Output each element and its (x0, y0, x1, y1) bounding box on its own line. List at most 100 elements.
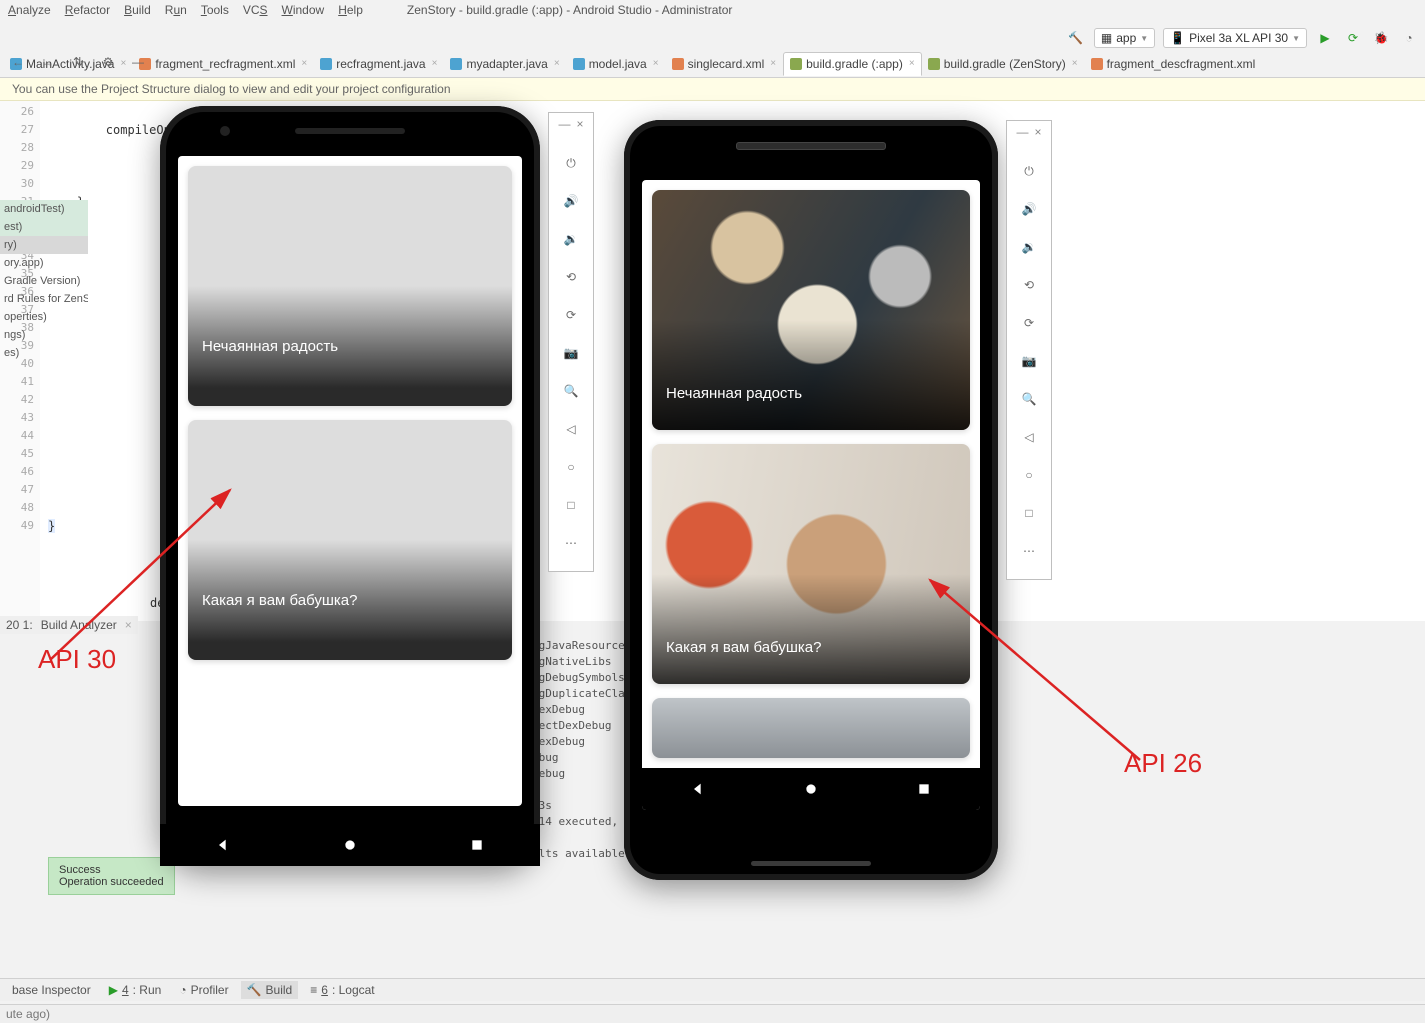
back-button-icon[interactable]: ◁ (559, 417, 583, 441)
story-card[interactable] (652, 698, 970, 758)
close-icon[interactable]: × (301, 58, 307, 69)
tree-item[interactable]: ry) (0, 236, 88, 254)
home-icon[interactable] (803, 781, 819, 797)
gradle-file-icon (790, 58, 802, 70)
menu-tools[interactable]: Tools (201, 3, 229, 17)
back-button-icon[interactable]: ◁ (1017, 425, 1041, 449)
menu-window[interactable]: Window (282, 3, 325, 17)
story-card[interactable]: Какая я вам бабушка? (652, 444, 970, 684)
close-icon[interactable]: × (432, 58, 438, 69)
close-icon[interactable]: × (909, 58, 915, 69)
fwd-nav-icon[interactable]: → (38, 52, 58, 72)
overview-button-icon[interactable]: □ (559, 493, 583, 517)
tab-database-inspector[interactable]: base Inspector (6, 981, 97, 999)
zoom-icon[interactable]: 🔍 (1017, 387, 1041, 411)
back-icon[interactable] (690, 781, 706, 797)
collapse-icon[interactable]: — (128, 52, 148, 72)
volume-down-icon[interactable]: 🔉 (559, 227, 583, 251)
emulator-toolbar-1: — × ⏻ 🔊 🔉 ⟲ ⟳ 📷 🔍 ◁ ○ □ ⋯ (548, 112, 594, 572)
more-icon[interactable]: ⋯ (559, 531, 583, 555)
tree-item[interactable]: ory.app) (0, 254, 88, 272)
emulator-api30: Нечаянная радость Какая я вам бабушка? (160, 106, 540, 866)
sync-icon[interactable]: ⇅ (68, 52, 88, 72)
camera-icon[interactable]: 📷 (1017, 349, 1041, 373)
build-time-label: 20 1: (6, 618, 33, 632)
back-nav-icon[interactable]: ← (8, 52, 28, 72)
volume-up-icon[interactable]: 🔊 (1017, 197, 1041, 221)
device-selector[interactable]: 📱 Pixel 3a XL API 30 ▼ (1163, 28, 1307, 48)
project-tree[interactable]: androidTest) est) ry) ory.app) Gradle Ve… (0, 200, 88, 362)
run-icon[interactable]: ▶ (1315, 28, 1335, 48)
project-structure-hint[interactable]: You can use the Project Structure dialog… (0, 78, 1425, 101)
tree-item[interactable]: Gradle Version) (0, 272, 88, 290)
more-icon[interactable]: ⋯ (1017, 539, 1041, 563)
tree-item[interactable]: androidTest) (0, 200, 88, 218)
tab-build[interactable]: 🔨Build (241, 981, 299, 999)
close-icon[interactable]: × (1034, 125, 1041, 139)
camera-icon[interactable]: 📷 (559, 341, 583, 365)
rotate-right-icon[interactable]: ⟳ (559, 303, 583, 327)
tree-item[interactable]: ngs) (0, 326, 88, 344)
menu-analyze[interactable]: Analyze (8, 3, 51, 17)
power-icon[interactable]: ⏻ (1017, 159, 1041, 183)
tab-run[interactable]: ▶ 4: Run (103, 981, 168, 999)
tab-model-java[interactable]: model.java× (567, 53, 666, 75)
story-card[interactable]: Нечаянная радость (188, 166, 512, 406)
emulator-screen[interactable]: Нечаянная радость Какая я вам бабушка? (178, 156, 522, 806)
tree-item[interactable]: operties) (0, 308, 88, 326)
story-card[interactable]: Какая я вам бабушка? (188, 420, 512, 660)
volume-up-icon[interactable]: 🔊 (559, 189, 583, 213)
tab-recfragment-java[interactable]: recfragment.java× (314, 53, 444, 75)
overview-button-icon[interactable]: □ (1017, 501, 1041, 525)
tab-build-gradle-root[interactable]: build.gradle (ZenStory)× (922, 53, 1085, 75)
rotate-right-icon[interactable]: ⟳ (1017, 311, 1041, 335)
module-selector[interactable]: ▦ app ▼ (1094, 28, 1155, 48)
tree-item[interactable]: es) (0, 344, 88, 362)
close-icon[interactable]: × (554, 58, 560, 69)
build-output[interactable]: ugJavaResource ugNativeLibs ugDebugSymbo… (532, 638, 638, 862)
tree-item[interactable]: est) (0, 218, 88, 236)
rotate-left-icon[interactable]: ⟲ (1017, 273, 1041, 297)
close-icon[interactable]: × (576, 117, 583, 131)
tab-fragment-recfragment-xml[interactable]: fragment_recfragment.xml× (133, 53, 314, 75)
java-file-icon (320, 58, 332, 70)
home-button-icon[interactable]: ○ (1017, 463, 1041, 487)
home-button-icon[interactable]: ○ (559, 455, 583, 479)
close-icon[interactable]: × (770, 58, 776, 69)
close-icon[interactable]: × (1072, 58, 1078, 69)
menu-help[interactable]: Help (338, 3, 363, 17)
close-icon[interactable]: × (653, 58, 659, 69)
menu-build[interactable]: Build (124, 3, 151, 17)
debug-icon[interactable]: 🐞 (1371, 28, 1391, 48)
settings-icon[interactable]: ⚙ (98, 52, 118, 72)
tab-build-gradle-app[interactable]: build.gradle (:app)× (783, 52, 922, 76)
profile-icon[interactable]: ◔ (1399, 28, 1419, 48)
tab-profiler[interactable]: ◔Profiler (173, 981, 234, 999)
menu-vcs[interactable]: VCS (243, 3, 268, 17)
hammer-build-icon[interactable]: 🔨 (1066, 28, 1086, 48)
story-card[interactable]: Нечаянная радость (652, 190, 970, 430)
tree-item[interactable]: rd Rules for ZenStory) (0, 290, 88, 308)
back-icon[interactable] (215, 837, 231, 853)
apply-changes-icon[interactable]: ⟳ (1343, 28, 1363, 48)
tab-singlecard-xml[interactable]: singlecard.xml× (666, 53, 784, 75)
zoom-icon[interactable]: 🔍 (559, 379, 583, 403)
close-icon[interactable]: × (125, 618, 132, 632)
emulator-screen[interactable]: Нечаянная радость Какая я вам бабушка? (642, 180, 980, 810)
menu-refactor[interactable]: Refactor (65, 3, 110, 17)
overview-icon[interactable] (916, 781, 932, 797)
volume-down-icon[interactable]: 🔉 (1017, 235, 1041, 259)
tab-fragment-descfragment-xml[interactable]: fragment_descfragment.xml (1085, 53, 1263, 75)
build-analyzer-tab[interactable]: Build Analyzer (41, 618, 117, 632)
tab-myadapter-java[interactable]: myadapter.java× (444, 53, 566, 75)
minimize-icon[interactable]: — (1016, 125, 1028, 139)
home-icon[interactable] (342, 837, 358, 853)
rotate-left-icon[interactable]: ⟲ (559, 265, 583, 289)
tab-logcat[interactable]: ≡ 6: Logcat (304, 981, 380, 999)
java-file-icon (573, 58, 585, 70)
menu-run[interactable]: Run (165, 3, 187, 17)
minimize-icon[interactable]: — (558, 117, 570, 131)
gradle-file-icon (928, 58, 940, 70)
power-icon[interactable]: ⏻ (559, 151, 583, 175)
overview-icon[interactable] (469, 837, 485, 853)
